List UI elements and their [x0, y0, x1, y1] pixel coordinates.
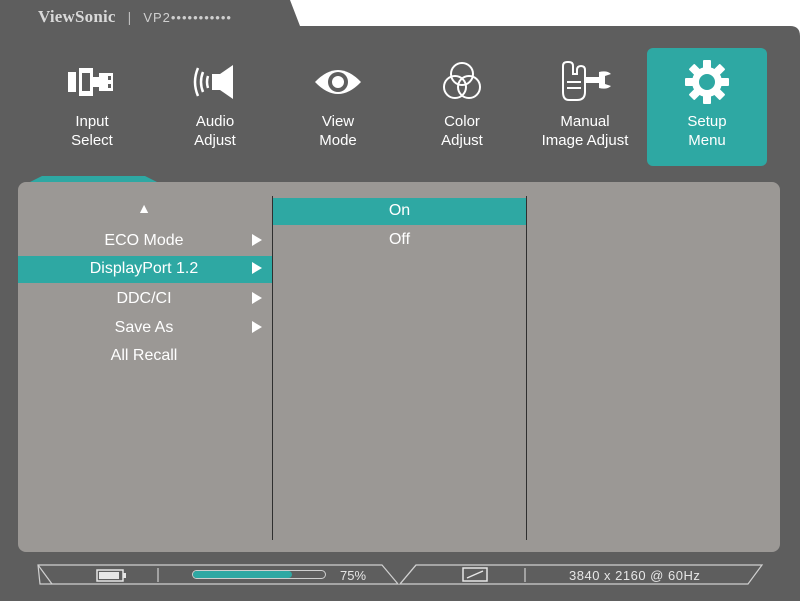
tab-label-line2: Image Adjust	[541, 132, 629, 149]
tab-label-line1: Manual	[560, 113, 610, 130]
scroll-up-arrow[interactable]: ▲	[18, 200, 270, 216]
menu-item-label: Save As	[114, 319, 174, 336]
tab-label-line1: Setup	[687, 113, 727, 130]
tab-label-line2: Menu	[688, 132, 726, 149]
gear-icon	[647, 60, 767, 104]
tab-label-line2: Adjust	[194, 132, 236, 149]
progress-fill	[193, 571, 292, 578]
progress-bar	[192, 570, 326, 579]
menu-item-all-recall[interactable]: All Recall	[18, 343, 272, 370]
progress-label: 75%	[340, 568, 367, 583]
menu-item-displayport[interactable]: DisplayPort 1.2	[18, 256, 272, 283]
menu-item-label: All Recall	[110, 347, 178, 364]
tab-manual-image-adjust[interactable]: Manual Image Adjust	[525, 48, 645, 166]
submenu-arrow-icon	[252, 262, 262, 274]
brand-separator: |	[127, 9, 132, 25]
brand-logo: ViewSonic	[38, 7, 116, 26]
menu-item-label: DDC/CI	[116, 290, 172, 307]
menu-item-label: ECO Mode	[104, 232, 184, 249]
menu-item-ddc-ci[interactable]: DDC/CI	[18, 286, 272, 313]
submenu-arrow-icon	[252, 234, 262, 246]
brand-header: ViewSonic | VP2•••••••••••	[38, 2, 232, 32]
tab-label-line1: Audio	[195, 113, 235, 130]
tab-input-select[interactable]: Input Select	[32, 48, 152, 166]
column-divider-right	[526, 196, 527, 540]
submenu-arrow-icon	[252, 321, 262, 333]
submenu-option-off[interactable]: Off	[273, 227, 526, 254]
battery-icon	[96, 569, 128, 587]
tab-label-line2: Adjust	[441, 132, 483, 149]
menu-item-save-as[interactable]: Save As	[18, 315, 272, 342]
speaker-icon	[155, 60, 275, 104]
resolution-readout: 3840 x 2160 @ 60Hz	[569, 568, 701, 583]
tab-label-line2: Mode	[319, 132, 357, 149]
submenu-option-label: On	[388, 202, 411, 219]
menu-item-eco-mode[interactable]: ECO Mode	[18, 228, 272, 255]
aspect-ratio-icon	[462, 567, 488, 587]
menu-item-label: DisplayPort 1.2	[89, 260, 199, 277]
hand-wrench-icon	[525, 60, 645, 104]
tab-color-adjust[interactable]: Color Adjust	[402, 48, 522, 166]
submenu-arrow-icon	[252, 292, 262, 304]
model-name: VP2•••••••••••	[143, 9, 232, 25]
input-select-icon	[32, 60, 152, 104]
tab-label-line1: Input	[75, 113, 109, 130]
tab-label-line1: View	[321, 113, 355, 130]
tab-view-mode[interactable]: View Mode	[278, 48, 398, 166]
tab-label-line2: Select	[71, 132, 113, 149]
submenu-option-on[interactable]: On	[273, 198, 526, 225]
submenu-option-label: Off	[388, 231, 411, 248]
tab-label-line1: Color	[444, 113, 480, 130]
color-circles-icon	[402, 60, 522, 104]
tab-setup-menu[interactable]: Setup Menu	[647, 48, 767, 166]
tab-audio-adjust[interactable]: Audio Adjust	[155, 48, 275, 166]
eye-icon	[278, 60, 398, 104]
